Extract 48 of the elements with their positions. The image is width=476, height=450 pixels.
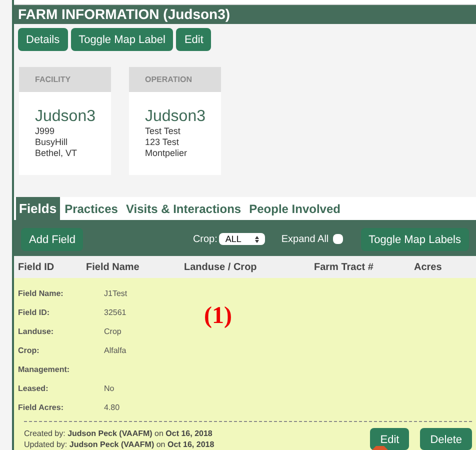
crop-select[interactable]: ALL	[219, 233, 266, 245]
panel-button[interactable]: Edit	[176, 28, 212, 51]
tab[interactable]: Fields	[16, 197, 60, 220]
detail-label: Leased:	[18, 382, 50, 394]
detail-label: Field ID:	[18, 306, 51, 318]
detail-value: Crop	[104, 326, 122, 338]
crop-label: Crop:	[192, 232, 218, 246]
detail-label: Field Acres:	[18, 402, 64, 414]
detail-value: 4.80	[104, 402, 120, 414]
row-button[interactable]: Delete	[420, 428, 472, 450]
card-header: FACILITY	[19, 67, 111, 92]
column-header: Farm Tract #	[314, 260, 374, 274]
card-line: J999	[35, 126, 56, 137]
card-line: 123 Test	[145, 137, 180, 148]
add-field-button[interactable]: Add Field	[21, 228, 84, 250]
column-header: Field ID	[17, 260, 56, 274]
detail-value: Alfalfa	[104, 344, 126, 356]
toggle-map-labels-button[interactable]: Toggle Map Labels	[360, 228, 469, 250]
tab[interactable]: Visits & Interactions	[122, 197, 244, 220]
card-line: Montpelier	[145, 148, 188, 159]
detail-value: 32561	[104, 306, 126, 318]
expand-label: Expand All	[281, 232, 329, 246]
card-line: BusyHill	[35, 137, 69, 148]
detail-value: J1Test	[104, 288, 128, 300]
expand-checkbox[interactable]	[332, 234, 343, 244]
tab[interactable]: Practices	[62, 197, 121, 220]
panel-button[interactable]: Details	[18, 28, 68, 51]
column-header: Field Name	[85, 260, 140, 274]
detail-label: Field Name:	[18, 288, 64, 300]
detail-label: Landuse:	[18, 326, 55, 338]
annotation-label: (1)	[204, 302, 232, 331]
detail-label: Management:	[18, 364, 71, 376]
detail-label: Crop:	[18, 344, 40, 356]
card-line: Test Test	[145, 126, 182, 137]
audit-text: Created by: Judson Peck (VAAFM) on Oct 16, 2018	[24, 428, 214, 439]
card-name: Judson3	[35, 108, 95, 126]
audit-text: Updated by: Judson Peck (VAAFM) on Oct 16, 2018	[24, 439, 214, 450]
tab[interactable]: People Involved	[246, 197, 344, 220]
spinner-icon	[255, 236, 260, 242]
card-header: OPERATION	[129, 67, 221, 92]
card-name: Judson3	[145, 108, 205, 126]
column-header: Landuse / Crop	[184, 260, 258, 274]
panel-button[interactable]: Toggle Map Label	[70, 28, 174, 51]
panel-title: FARM INFORMATION (Judson3)	[14, 5, 476, 24]
card-line: Bethel, VT	[35, 148, 78, 159]
row-button[interactable]: Edit	[370, 428, 410, 450]
column-header: Acres	[414, 260, 442, 274]
detail-value: No	[104, 382, 114, 394]
